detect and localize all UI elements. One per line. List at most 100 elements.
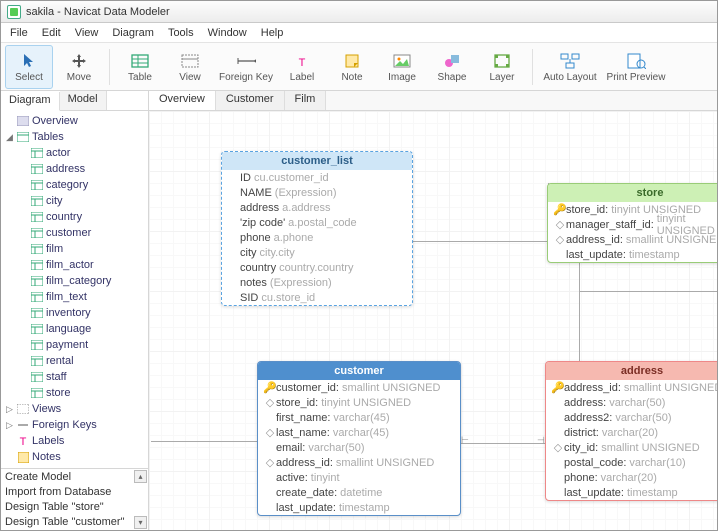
menu-window[interactable]: Window [201,25,254,41]
tree-table-country[interactable]: country [1,209,148,225]
menu-help[interactable]: Help [254,25,291,41]
scroll-down-icon[interactable]: ▾ [134,516,147,529]
connector [579,291,717,292]
entity-field: first_name:varchar(45) [258,410,460,425]
entity-field: NAME(Expression) [222,185,412,200]
entity-field: active:tinyint [258,470,460,485]
tab-overview[interactable]: Overview [149,91,216,110]
entity-field: last_update:timestamp [546,485,717,500]
key-icon: ◇ [552,441,564,454]
entity-field: last_update:timestamp [258,500,460,515]
menubar: File Edit View Diagram Tools Window Help [1,23,717,43]
tree-table-film_category[interactable]: film_category [1,273,148,289]
tree-table-rental[interactable]: rental [1,353,148,369]
table-icon [30,275,44,287]
history-item[interactable]: Create Model [1,469,148,484]
entity-field: last_update:timestamp [548,247,717,262]
entity-field: ◇store_id:tinyint UNSIGNED [258,395,460,410]
menu-edit[interactable]: Edit [35,25,68,41]
history-item[interactable]: Import from Database [1,484,148,499]
shape-button[interactable]: Shape [428,45,476,89]
entity-field: address2:varchar(50) [546,410,717,425]
tree-labels[interactable]: TLabels [1,433,148,449]
history-item[interactable]: Design Table "store" [1,499,148,514]
select-button[interactable]: Select [5,45,53,89]
tree-tables[interactable]: ◢Tables [1,129,148,145]
history-item[interactable]: Design Table "customer" [1,514,148,529]
tab-film[interactable]: Film [285,91,327,110]
tree: Overview ◢Tables actoraddresscategorycit… [1,111,148,468]
tree-views[interactable]: ▷Views [1,401,148,417]
entity-customer[interactable]: customer 🔑customer_id:smallint UNSIGNED◇… [257,361,461,516]
connector [151,441,257,442]
menu-diagram[interactable]: Diagram [105,25,161,41]
entity-field: countrycountry.country [222,260,412,275]
tree-table-store[interactable]: store [1,385,148,401]
toolbar: Select Move Table View Foreign Key T Lab… [1,43,717,91]
entity-title: customer_list [222,152,412,170]
entity-address[interactable]: address 🔑address_id:smallint UNSIGNEDadd… [545,361,717,501]
entity-field: phonea.phone [222,230,412,245]
table-icon [30,243,44,255]
tree-table-category[interactable]: category [1,177,148,193]
entity-field: SIDcu.store_id [222,290,412,305]
entity-customer-list[interactable]: customer_list IDcu.customer_idNAME(Expre… [221,151,413,306]
toolbar-separator [109,49,110,85]
scroll-up-icon[interactable]: ▴ [134,470,147,483]
svg-text:T: T [20,436,27,447]
entity-field: district:varchar(20) [546,425,717,440]
label-button[interactable]: T Label [278,45,326,89]
entity-field: ◇last_name:varchar(45) [258,425,460,440]
app-icon [7,5,21,19]
entity-field: 'zip code'a.postal_code [222,215,412,230]
entity-field: 🔑customer_id:smallint UNSIGNED [258,380,460,395]
tab-customer[interactable]: Customer [216,91,285,110]
tree-table-inventory[interactable]: inventory [1,305,148,321]
table-icon [30,179,44,191]
table-icon [30,323,44,335]
tab-diagram[interactable]: Diagram [1,92,60,111]
window-title: sakila - Navicat Data Modeler [26,6,170,18]
menu-tools[interactable]: Tools [161,25,201,41]
table-icon [30,387,44,399]
tab-model[interactable]: Model [60,91,107,110]
image-button[interactable]: Image [378,45,426,89]
entity-field: notes(Expression) [222,275,412,290]
view-button[interactable]: View [166,45,214,89]
fkeys-icon [16,419,30,431]
entity-title: customer [258,362,460,380]
tree-fkeys[interactable]: ▷Foreign Keys [1,417,148,433]
tree-table-customer[interactable]: customer [1,225,148,241]
tree-table-city[interactable]: city [1,193,148,209]
note-button[interactable]: Note [328,45,376,89]
entity-store[interactable]: store 🔑store_id:tinyint UNSIGNED◇manager… [547,183,717,263]
key-icon: 🔑 [264,381,276,394]
key-icon: 🔑 [552,381,564,394]
table-button[interactable]: Table [116,45,164,89]
menu-view[interactable]: View [68,25,106,41]
tree-overview[interactable]: Overview [1,113,148,129]
autolayout-button[interactable]: Auto Layout [539,45,601,89]
tree-table-film_text[interactable]: film_text [1,289,148,305]
foreignkey-button[interactable]: Foreign Key [216,45,276,89]
layer-button[interactable]: Layer [478,45,526,89]
tree-table-address[interactable]: address [1,161,148,177]
tree-table-payment[interactable]: payment [1,337,148,353]
sidebar: Diagram Model Overview ◢Tables actoraddr… [1,91,149,530]
printpreview-button[interactable]: Print Preview [603,45,669,89]
svg-text:T: T [299,57,306,69]
entity-title: store [548,184,717,202]
move-button[interactable]: Move [55,45,103,89]
entity-field: ◇city_id:smallint UNSIGNED [546,440,717,455]
tree-table-staff[interactable]: staff [1,369,148,385]
table-icon [30,163,44,175]
tree-table-film_actor[interactable]: film_actor [1,257,148,273]
menu-file[interactable]: File [3,25,35,41]
tree-table-language[interactable]: language [1,321,148,337]
tree-notes[interactable]: Notes [1,449,148,465]
tree-table-film[interactable]: film [1,241,148,257]
tables-icon [16,131,30,143]
entity-field: ◇address_id:smallint UNSIGNED [548,232,717,247]
diagram-canvas[interactable]: ⊢ ⊣ customer_list IDcu.customer_idNAME(E… [149,111,717,530]
tree-table-actor[interactable]: actor [1,145,148,161]
